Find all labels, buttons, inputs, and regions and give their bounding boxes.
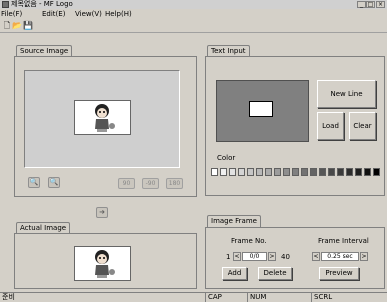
zoom-out-icon[interactable]: 🔍	[28, 177, 40, 188]
menu-file[interactable]: File(F)	[1, 9, 22, 20]
menu-bar: File(F) Edit(E) View(V) Help(H)	[0, 9, 387, 20]
clear-button[interactable]: Clear	[349, 112, 376, 140]
color-swatch[interactable]	[328, 168, 335, 176]
minimize-button[interactable]: _	[357, 1, 366, 8]
color-swatch[interactable]	[319, 168, 326, 176]
tab-image-frame[interactable]: Image Frame	[207, 215, 261, 227]
color-swatch[interactable]	[229, 168, 236, 176]
open-folder-icon[interactable]: 📂	[12, 22, 22, 30]
title-bar[interactable]: 제목없음 - MF Logo _ □ ×	[0, 0, 387, 9]
character-icon	[95, 250, 115, 278]
color-swatch[interactable]	[310, 168, 317, 176]
preview-button[interactable]: Preview	[319, 267, 359, 280]
save-icon[interactable]: 💾	[23, 22, 33, 30]
text-input-field[interactable]	[249, 101, 273, 117]
interval-decrease-button[interactable]: <	[312, 252, 320, 261]
new-file-icon[interactable]: 🗋	[3, 22, 11, 30]
menu-help[interactable]: Help(H)	[105, 9, 132, 20]
main-window: 제목없음 - MF Logo _ □ × File(F) Edit(E) Vie…	[0, 0, 387, 302]
color-swatch[interactable]	[337, 168, 344, 176]
delete-frame-button[interactable]: Delete	[258, 267, 292, 280]
close-button[interactable]: ×	[376, 1, 385, 8]
color-swatch[interactable]	[211, 168, 218, 176]
maximize-button[interactable]: □	[366, 1, 375, 8]
status-scrl: SCRL	[311, 292, 387, 302]
interval-field[interactable]: 0.25 sec	[321, 252, 359, 261]
color-swatch[interactable]	[292, 168, 299, 176]
window-title: 제목없음 - MF Logo	[11, 0, 73, 8]
color-swatch[interactable]	[364, 168, 371, 176]
color-swatch[interactable]	[220, 168, 227, 176]
frame-next-button[interactable]: >	[268, 252, 276, 261]
frame-number-field[interactable]: 0/0	[242, 252, 267, 261]
color-swatch[interactable]	[346, 168, 353, 176]
frame-max-label: 40	[281, 253, 290, 261]
rotate-180-button[interactable]: 180	[166, 178, 183, 189]
source-preview-image	[74, 100, 131, 135]
menu-view[interactable]: View(V)	[75, 9, 102, 20]
rotate-90-button[interactable]: 90	[118, 178, 135, 189]
frame-min-label: 1	[226, 253, 231, 261]
toolbar: 🗋 📂 💾	[0, 20, 387, 33]
color-swatch[interactable]	[283, 168, 290, 176]
color-swatch[interactable]	[274, 168, 281, 176]
color-swatch[interactable]	[256, 168, 263, 176]
new-line-button[interactable]: New Line	[317, 80, 376, 108]
frame-interval-label: Frame Interval	[318, 237, 369, 245]
menu-edit[interactable]: Edit(E)	[42, 9, 65, 20]
actual-preview-image	[74, 246, 131, 281]
add-frame-button[interactable]: Add	[222, 267, 247, 280]
status-num: NUM	[247, 292, 311, 302]
app-icon	[2, 1, 9, 8]
character-icon	[95, 104, 115, 132]
color-label: Color	[217, 154, 236, 162]
color-swatch[interactable]	[301, 168, 308, 176]
color-swatch[interactable]	[265, 168, 272, 176]
rotate-minus-90-button[interactable]: -90	[142, 178, 159, 189]
load-button[interactable]: Load	[317, 112, 344, 140]
color-swatch[interactable]	[238, 168, 245, 176]
status-text: 준비	[0, 292, 205, 302]
color-swatch[interactable]	[247, 168, 254, 176]
interval-increase-button[interactable]: >	[360, 252, 368, 261]
zoom-in-icon[interactable]: 🔍	[48, 177, 60, 188]
color-swatch[interactable]	[373, 168, 380, 176]
color-swatch[interactable]	[355, 168, 362, 176]
status-cap: CAP	[205, 292, 247, 302]
copy-to-actual-icon[interactable]: ➜	[96, 207, 108, 218]
frame-no-label: Frame No.	[231, 237, 267, 245]
frame-prev-button[interactable]: <	[233, 252, 241, 261]
